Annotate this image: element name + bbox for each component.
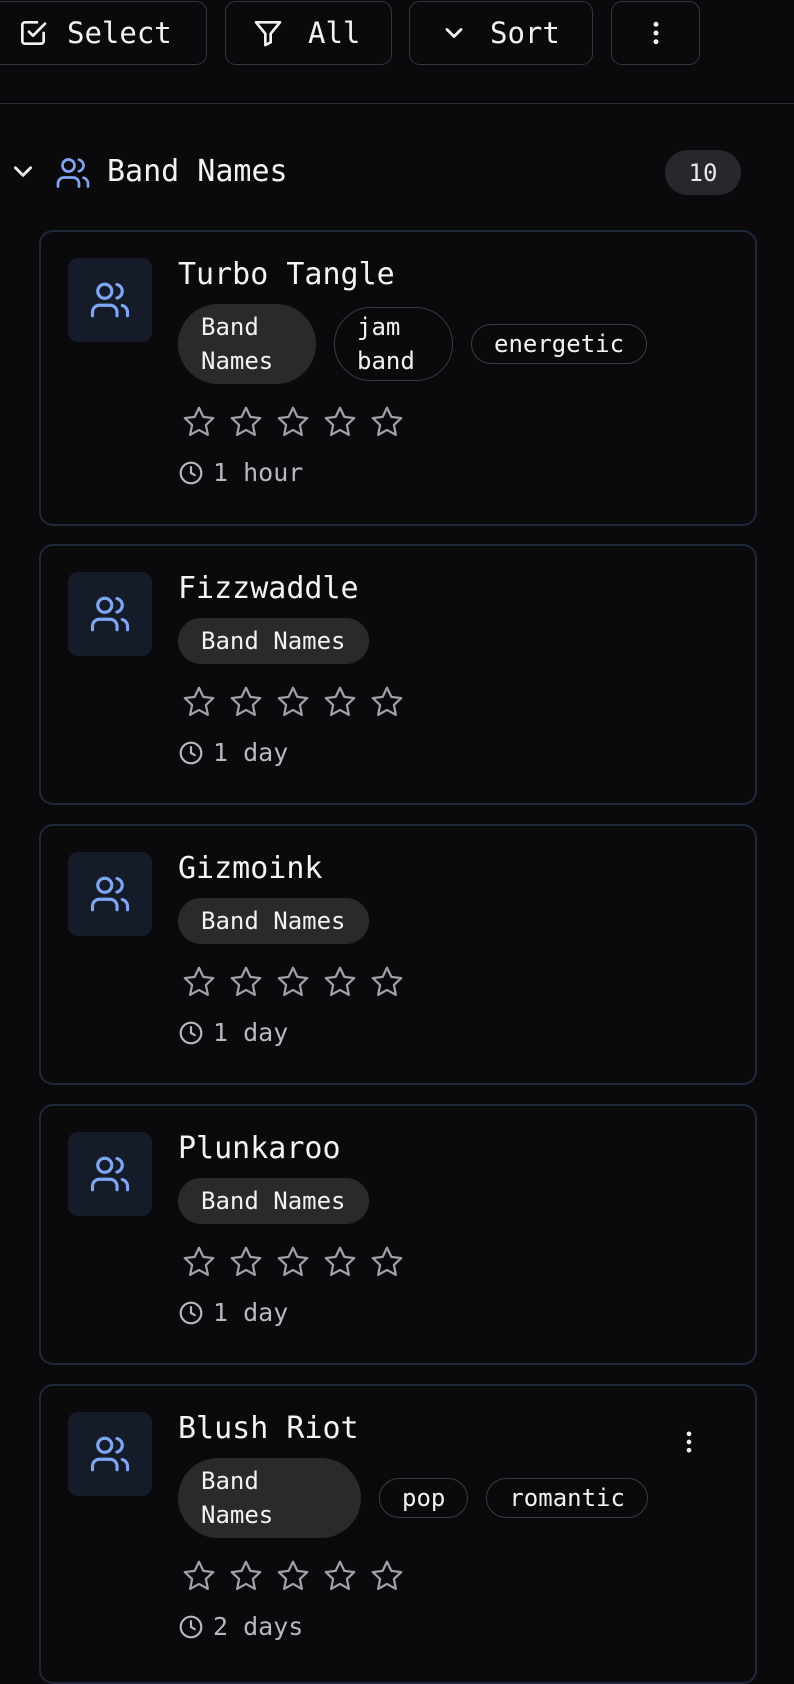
- clock-icon: [179, 1301, 203, 1324]
- card-icon-tile: [68, 1132, 152, 1216]
- star-outline-icon[interactable]: [369, 964, 405, 1000]
- star-outline-icon[interactable]: [322, 1244, 358, 1280]
- star-outline-icon[interactable]: [181, 1244, 217, 1280]
- star-outline-icon[interactable]: [275, 404, 311, 440]
- star-outline-icon[interactable]: [275, 684, 311, 720]
- tag-list: Band Names: [178, 1178, 735, 1224]
- timestamp: 1 day: [178, 1298, 735, 1327]
- users-icon: [90, 1156, 130, 1192]
- star-outline-icon[interactable]: [275, 1244, 311, 1280]
- tag-chip[interactable]: Band Names: [178, 618, 369, 664]
- star-outline-icon[interactable]: [322, 964, 358, 1000]
- timestamp: 1 hour: [178, 458, 735, 487]
- star-rating: [181, 964, 735, 1000]
- tag-chip[interactable]: Band Names: [178, 1458, 361, 1538]
- card-icon-tile: [68, 258, 152, 342]
- tag-list: Band Names: [178, 618, 735, 664]
- filter-button-label: All: [308, 16, 361, 50]
- sort-button[interactable]: Sort: [409, 1, 593, 65]
- star-outline-icon[interactable]: [369, 684, 405, 720]
- star-outline-icon[interactable]: [322, 1558, 358, 1594]
- group-title: Band Names: [107, 154, 288, 189]
- group-header[interactable]: Band Names 10: [0, 142, 794, 202]
- list-item[interactable]: Turbo Tangle Band Names jam band energet…: [39, 230, 757, 526]
- funnel-icon: [254, 21, 282, 47]
- users-icon: [56, 158, 90, 188]
- list-item[interactable]: Plunkaroo Band Names 1 day: [39, 1104, 757, 1365]
- star-outline-icon[interactable]: [181, 1558, 217, 1594]
- card-icon-tile: [68, 1412, 152, 1496]
- star-outline-icon[interactable]: [228, 684, 264, 720]
- timestamp: 2 days: [178, 1612, 735, 1641]
- star-outline-icon[interactable]: [228, 1244, 264, 1280]
- select-button[interactable]: Select: [0, 1, 207, 65]
- more-options-button[interactable]: [611, 1, 700, 65]
- clock-icon: [179, 741, 203, 764]
- group-count-badge: 10: [665, 150, 741, 195]
- tag-list: Band Names pop romantic: [178, 1458, 735, 1538]
- timestamp: 1 day: [178, 1018, 735, 1047]
- users-icon: [90, 1436, 130, 1472]
- star-outline-icon[interactable]: [369, 404, 405, 440]
- star-outline-icon[interactable]: [369, 1558, 405, 1594]
- star-outline-icon[interactable]: [228, 404, 264, 440]
- card-title: Blush Riot: [178, 1411, 359, 1446]
- vertical-dots-icon: [653, 21, 658, 45]
- star-outline-icon[interactable]: [228, 964, 264, 1000]
- star-outline-icon[interactable]: [181, 404, 217, 440]
- card-icon-tile: [68, 852, 152, 936]
- vertical-dots-icon[interactable]: [675, 1428, 703, 1456]
- timestamp-text: 1 day: [213, 738, 289, 767]
- card-icon-tile: [68, 572, 152, 656]
- card-title: Fizzwaddle: [178, 571, 359, 606]
- checkbox-icon: [21, 21, 47, 45]
- star-outline-icon[interactable]: [181, 964, 217, 1000]
- users-icon: [90, 876, 130, 912]
- select-button-label: Select: [67, 16, 172, 50]
- clock-icon: [179, 1615, 203, 1638]
- tag-list: Band Names jam band energetic: [178, 304, 735, 384]
- toolbar: Select All Sort: [0, 0, 794, 104]
- star-rating: [181, 1244, 735, 1280]
- list-item[interactable]: Fizzwaddle Band Names 1 day: [39, 544, 757, 805]
- card-title: Gizmoink: [178, 851, 323, 886]
- tag-list: Band Names: [178, 898, 735, 944]
- card-title: Plunkaroo: [178, 1131, 341, 1166]
- tag-chip[interactable]: jam band: [334, 307, 453, 381]
- star-outline-icon[interactable]: [275, 1558, 311, 1594]
- star-outline-icon[interactable]: [275, 964, 311, 1000]
- star-outline-icon[interactable]: [369, 1244, 405, 1280]
- tag-chip[interactable]: Band Names: [178, 304, 316, 384]
- tag-chip[interactable]: romantic: [486, 1478, 648, 1518]
- star-outline-icon[interactable]: [322, 404, 358, 440]
- tag-chip[interactable]: pop: [379, 1478, 469, 1518]
- clock-icon: [179, 461, 203, 484]
- timestamp-text: 1 hour: [213, 458, 304, 487]
- sort-button-label: Sort: [490, 16, 560, 50]
- star-outline-icon[interactable]: [322, 684, 358, 720]
- star-outline-icon[interactable]: [228, 1558, 264, 1594]
- card-title: Turbo Tangle: [178, 257, 395, 292]
- star-rating: [181, 1558, 735, 1594]
- star-rating: [181, 404, 735, 440]
- tag-chip[interactable]: energetic: [471, 324, 648, 364]
- timestamp-text: 1 day: [213, 1018, 289, 1047]
- filter-button[interactable]: All: [225, 1, 392, 65]
- chevron-down-icon: [445, 28, 463, 38]
- list-item[interactable]: Gizmoink Band Names 1 day: [39, 824, 757, 1085]
- tag-chip[interactable]: Band Names: [178, 1178, 369, 1224]
- collapse-chevron-icon[interactable]: [10, 158, 36, 184]
- clock-icon: [179, 1021, 203, 1044]
- timestamp: 1 day: [178, 738, 735, 767]
- timestamp-text: 2 days: [213, 1612, 304, 1641]
- star-outline-icon[interactable]: [181, 684, 217, 720]
- timestamp-text: 1 day: [213, 1298, 289, 1327]
- list-item[interactable]: Blush Riot Band Names pop romantic 2 day…: [39, 1384, 757, 1684]
- users-icon: [90, 282, 130, 318]
- users-icon: [90, 596, 130, 632]
- tag-chip[interactable]: Band Names: [178, 898, 369, 944]
- star-rating: [181, 684, 735, 720]
